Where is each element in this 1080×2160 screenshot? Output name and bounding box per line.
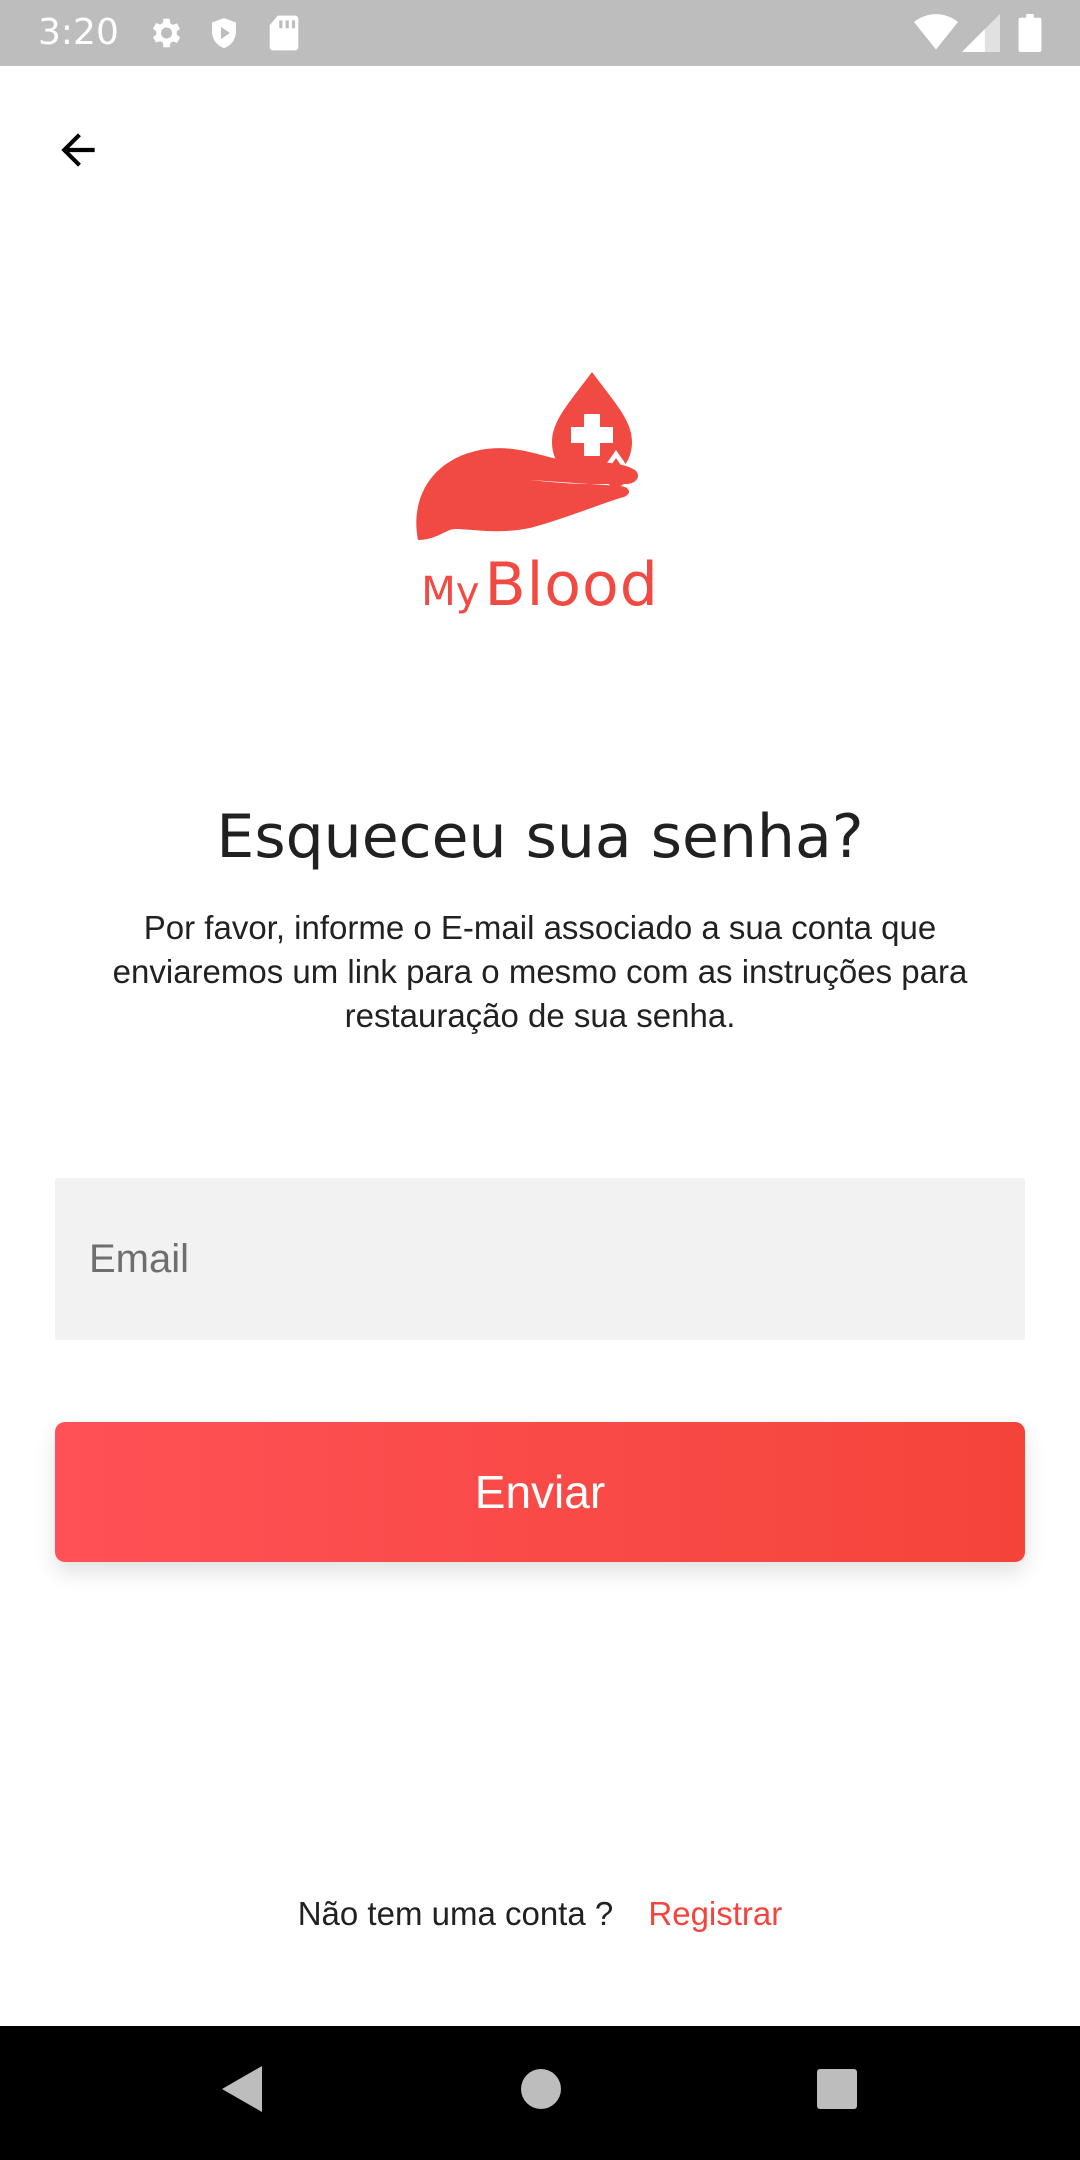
gear-icon xyxy=(146,14,184,52)
nav-home-button[interactable] xyxy=(506,2056,576,2126)
page-title: Esqueceu sua senha? xyxy=(216,802,864,872)
square-recents-icon xyxy=(816,2068,858,2115)
send-button-label: Enviar xyxy=(474,1466,606,1518)
status-bar: 3:20 xyxy=(0,0,1080,66)
nav-back-button[interactable] xyxy=(206,2056,276,2126)
signup-row: Não tem uma conta ? Registrar xyxy=(0,1892,1080,1936)
email-field[interactable] xyxy=(55,1178,1025,1340)
shield-icon xyxy=(206,14,242,52)
cell-signal-icon xyxy=(962,14,1000,52)
app-logo: My Blood xyxy=(410,350,670,626)
send-button[interactable]: Enviar xyxy=(55,1422,1025,1562)
triangle-back-icon xyxy=(218,2064,264,2119)
logo-text-blood: Blood xyxy=(484,550,659,620)
page-description: Por favor, informe o E-mail associado a … xyxy=(112,909,968,1034)
sd-card-icon xyxy=(268,14,300,52)
arrow-back-icon xyxy=(53,125,103,180)
back-button[interactable] xyxy=(40,114,116,190)
logo-text-my: My xyxy=(421,569,480,615)
forgot-password-screen: My Blood Esqueceu sua senha? Por favor, … xyxy=(0,66,1080,2026)
logo-text: My Blood xyxy=(410,550,670,620)
navigation-bar xyxy=(0,2026,1080,2160)
signup-prompt: Não tem uma conta ? xyxy=(297,1895,614,1932)
battery-icon xyxy=(1018,14,1042,52)
blood-drop-hand-icon xyxy=(416,372,639,540)
wifi-icon xyxy=(914,14,958,52)
nav-recents-button[interactable] xyxy=(802,2056,872,2126)
register-link[interactable]: Registrar xyxy=(648,1895,782,1932)
circle-home-icon xyxy=(519,2067,563,2116)
status-time: 3:20 xyxy=(38,12,119,53)
